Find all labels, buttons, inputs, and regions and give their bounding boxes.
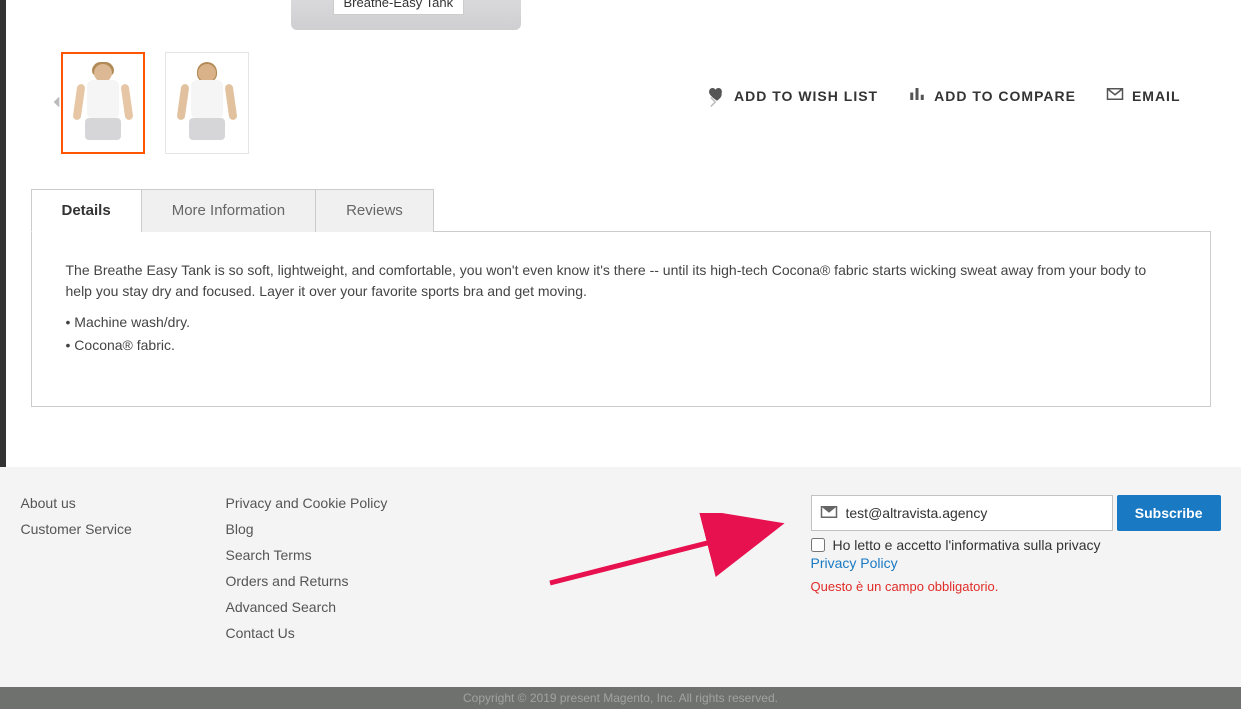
email-icon bbox=[1106, 85, 1124, 106]
email-label: EMAIL bbox=[1132, 88, 1181, 104]
tab-content-details: The Breathe Easy Tank is so soft, lightw… bbox=[31, 232, 1211, 407]
product-bullet-1: • Machine wash/dry. bbox=[66, 312, 1176, 333]
privacy-policy-link[interactable]: Privacy Policy bbox=[811, 555, 898, 571]
footer-link-contact[interactable]: Contact Us bbox=[226, 625, 431, 641]
heart-icon bbox=[708, 85, 726, 106]
product-tabs: Details More Information Reviews bbox=[31, 188, 1211, 232]
product-main-image-area: Breathe-Easy Tank bbox=[31, 0, 1211, 40]
footer-link-privacy-cookie[interactable]: Privacy and Cookie Policy bbox=[226, 495, 431, 511]
compare-icon bbox=[908, 85, 926, 106]
footer-link-search-terms[interactable]: Search Terms bbox=[226, 547, 431, 563]
add-to-compare-link[interactable]: ADD TO COMPARE bbox=[908, 85, 1076, 106]
consent-checkbox[interactable] bbox=[811, 538, 825, 552]
copyright-bar: Copyright © 2019 present Magento, Inc. A… bbox=[0, 687, 1241, 709]
consent-label: Ho letto e accetto l'informativa sulla p… bbox=[833, 537, 1101, 553]
product-bullet-2: • Cocona® fabric. bbox=[66, 335, 1176, 356]
add-to-wishlist-link[interactable]: ADD TO WISH LIST bbox=[708, 85, 878, 106]
footer-link-about[interactable]: About us bbox=[21, 495, 226, 511]
email-link[interactable]: EMAIL bbox=[1106, 85, 1181, 106]
thumbnail-front[interactable] bbox=[61, 52, 145, 154]
wishlist-label: ADD TO WISH LIST bbox=[734, 88, 878, 104]
gallery-prev-arrow[interactable] bbox=[45, 90, 69, 114]
product-description: The Breathe Easy Tank is so soft, lightw… bbox=[66, 260, 1176, 302]
newsletter-email-input[interactable] bbox=[846, 497, 1104, 529]
product-title-tooltip: Breathe-Easy Tank bbox=[333, 0, 465, 15]
mail-icon bbox=[820, 503, 846, 524]
page-footer: About us Customer Service Privacy and Co… bbox=[0, 467, 1241, 687]
footer-link-orders-returns[interactable]: Orders and Returns bbox=[226, 573, 431, 589]
footer-link-blog[interactable]: Blog bbox=[226, 521, 431, 537]
thumbnail-back[interactable] bbox=[165, 52, 249, 154]
compare-label: ADD TO COMPARE bbox=[934, 88, 1076, 104]
required-field-error: Questo è un campo obbligatorio. bbox=[811, 579, 1221, 594]
subscribe-button[interactable]: Subscribe bbox=[1117, 495, 1221, 531]
newsletter-input-wrap bbox=[811, 495, 1113, 531]
newsletter-block: Subscribe Ho letto e accetto l'informati… bbox=[811, 495, 1221, 651]
tab-details[interactable]: Details bbox=[31, 189, 142, 232]
tab-more-information[interactable]: More Information bbox=[141, 189, 316, 232]
footer-link-advanced-search[interactable]: Advanced Search bbox=[226, 599, 431, 615]
copyright-text: Copyright © 2019 present Magento, Inc. A… bbox=[463, 691, 778, 705]
footer-col-2: Privacy and Cookie Policy Blog Search Te… bbox=[226, 495, 431, 651]
tab-reviews[interactable]: Reviews bbox=[315, 189, 434, 232]
footer-link-customer-service[interactable]: Customer Service bbox=[21, 521, 226, 537]
footer-col-1: About us Customer Service bbox=[21, 495, 226, 651]
